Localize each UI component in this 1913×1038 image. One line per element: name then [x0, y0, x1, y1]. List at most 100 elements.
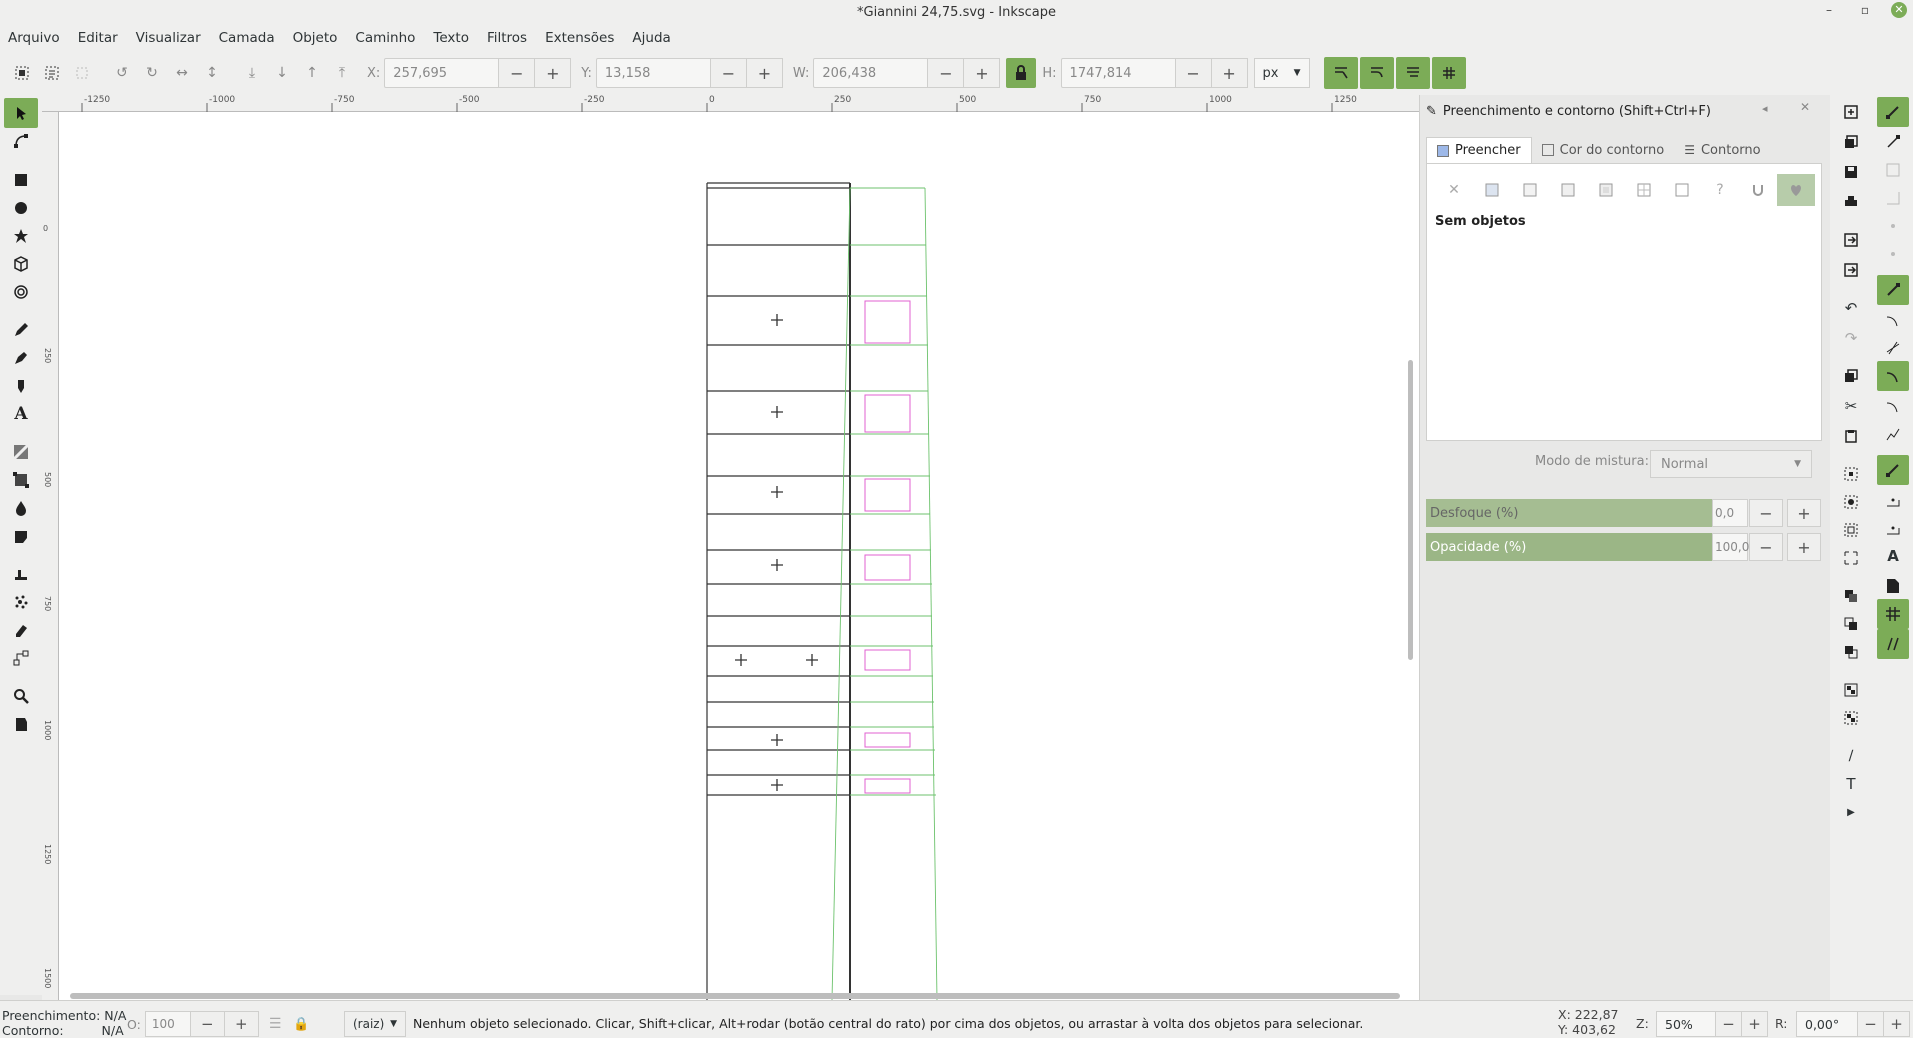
connector-tool-icon[interactable]	[4, 643, 38, 673]
menu-ajuda[interactable]: Ajuda	[632, 30, 680, 46]
menu-extensoes[interactable]: Extensões	[545, 30, 624, 46]
blur-plus-button[interactable]: +	[1787, 499, 1821, 527]
snap-intersection-icon[interactable]	[1877, 333, 1909, 363]
h-minus-button[interactable]: −	[1175, 58, 1212, 88]
lower-to-bottom-icon[interactable]: ⤓	[237, 58, 267, 88]
duplicate-icon[interactable]	[1835, 581, 1867, 611]
zoom-tool-icon[interactable]	[4, 681, 38, 711]
cut-icon[interactable]: ✂	[1835, 391, 1867, 421]
x-minus-button[interactable]: −	[499, 58, 536, 88]
mesh-gradient-icon[interactable]	[1587, 174, 1625, 206]
snap-nodes-icon[interactable]	[1877, 275, 1909, 305]
raise-icon[interactable]: ↑	[297, 58, 327, 88]
zoom-width-icon[interactable]	[1835, 543, 1867, 573]
flip-horizontal-icon[interactable]: ↔	[167, 58, 197, 88]
ellipse-tool-icon[interactable]	[4, 193, 38, 223]
snap-rotation-center-icon[interactable]	[1877, 513, 1909, 543]
zoom-selection-icon[interactable]	[1835, 459, 1867, 489]
no-paint-icon[interactable]: ✕	[1435, 174, 1473, 206]
fill-stroke-indicator[interactable]: Preenchimento: N/A Contorno: N/A	[2, 1008, 126, 1038]
spiral-tool-icon[interactable]	[4, 277, 38, 307]
text-settings-icon[interactable]: T	[1835, 769, 1867, 799]
select-all-layers-icon[interactable]	[37, 58, 67, 88]
select-all-icon[interactable]	[7, 58, 37, 88]
selector-tool-icon[interactable]	[4, 98, 38, 128]
minimize-button[interactable]: –	[1819, 3, 1839, 17]
unit-select[interactable]: px ▼	[1253, 58, 1310, 88]
opacity-input[interactable]: 100,0	[1712, 533, 1749, 561]
tweak-tool-icon[interactable]	[4, 559, 38, 589]
o-plus-button[interactable]: +	[224, 1011, 259, 1037]
close-button[interactable]: ✕	[1891, 2, 1907, 18]
menu-arquivo[interactable]: Arquivo	[8, 30, 70, 46]
y-minus-button[interactable]: −	[710, 58, 747, 88]
flat-color-icon[interactable]	[1473, 174, 1511, 206]
w-input[interactable]: 206,438	[813, 58, 929, 88]
zoom-plus-button[interactable]: +	[1742, 1011, 1768, 1037]
paste-icon[interactable]	[1835, 421, 1867, 451]
pencil-tool-icon[interactable]	[4, 315, 38, 345]
menu-caminho[interactable]: Caminho	[355, 30, 425, 46]
radial-gradient-icon[interactable]	[1549, 174, 1587, 206]
blur-minus-button[interactable]: −	[1749, 499, 1783, 527]
snap-bbox-corner-icon[interactable]	[1877, 183, 1909, 213]
snap-center-icon[interactable]	[1877, 485, 1909, 515]
mesh-tool-icon[interactable]	[4, 465, 38, 495]
snap-path-icon[interactable]	[1877, 305, 1909, 335]
copy-icon[interactable]	[1835, 361, 1867, 391]
w-plus-button[interactable]: +	[964, 58, 1001, 88]
scale-corners-button[interactable]	[1359, 57, 1394, 89]
unset-paint-icon[interactable]: ?	[1701, 174, 1739, 206]
tab-stroke-paint[interactable]: Cor do contorno	[1532, 137, 1675, 163]
opacity-minus-button[interactable]: −	[1749, 533, 1783, 561]
opacity-plus-button[interactable]: +	[1787, 533, 1821, 561]
layer-select[interactable]: (raiz) ▼	[344, 1011, 406, 1037]
snap-bbox-edge-icon[interactable]	[1877, 155, 1909, 185]
more-commands-icon[interactable]: ▶	[1835, 797, 1867, 827]
menu-filtros[interactable]: Filtros	[487, 30, 537, 46]
tab-stroke-style[interactable]: ☰ Contorno	[1674, 137, 1770, 163]
layer-lock-icon[interactable]: 🔒	[293, 1017, 309, 1032]
zoom-page-icon[interactable]	[1835, 515, 1867, 545]
rotation-minus-button[interactable]: −	[1858, 1011, 1884, 1037]
snap-bbox-center-icon[interactable]	[1877, 239, 1909, 269]
o-input[interactable]: 100	[144, 1011, 191, 1037]
blur-input[interactable]: 0,0	[1712, 499, 1748, 527]
linear-gradient-icon[interactable]	[1511, 174, 1549, 206]
raise-to-top-icon[interactable]: ⤒	[327, 58, 357, 88]
blend-mode-select[interactable]: Normal ▼	[1650, 450, 1812, 478]
redo-icon[interactable]: ↷	[1835, 323, 1867, 353]
snap-guide-icon[interactable]	[1877, 629, 1909, 659]
export-icon[interactable]	[1835, 255, 1867, 285]
ungroup-icon[interactable]	[1835, 703, 1867, 733]
rectangle-tool-icon[interactable]	[4, 165, 38, 195]
clone-icon[interactable]	[1835, 609, 1867, 639]
menu-editar[interactable]: Editar	[78, 30, 128, 46]
pen-settings-icon[interactable]: ∕	[1835, 741, 1867, 771]
import-icon[interactable]	[1835, 225, 1867, 255]
panel-close-icon[interactable]: ✕	[1800, 100, 1810, 114]
3d-box-tool-icon[interactable]	[4, 249, 38, 279]
menu-visualizar[interactable]: Visualizar	[136, 30, 211, 46]
scale-stroke-button[interactable]	[1323, 57, 1358, 89]
new-document-icon[interactable]	[1835, 97, 1867, 127]
calligraphy-tool-icon[interactable]	[4, 371, 38, 401]
menu-camada[interactable]: Camada	[219, 30, 285, 46]
panel-float-icon[interactable]: ◂	[1762, 102, 1768, 115]
maximize-button[interactable]: ▫	[1855, 3, 1875, 17]
open-document-icon[interactable]	[1835, 127, 1867, 157]
menu-objeto[interactable]: Objeto	[293, 30, 348, 46]
tab-fill[interactable]: Preencher	[1426, 137, 1532, 163]
paint-bucket-tool-icon[interactable]	[4, 521, 38, 551]
fill-rule-nonzero-icon[interactable]	[1777, 174, 1815, 206]
canvas[interactable]	[42, 95, 1419, 1001]
snap-text-baseline-icon[interactable]: A	[1877, 541, 1909, 571]
text-tool-icon[interactable]: A	[4, 399, 38, 429]
pattern-icon[interactable]	[1625, 174, 1663, 206]
star-tool-icon[interactable]	[4, 221, 38, 251]
eraser-tool-icon[interactable]	[4, 615, 38, 645]
lower-icon[interactable]: ↓	[267, 58, 297, 88]
lock-proportions-button[interactable]	[1006, 58, 1037, 88]
spray-tool-icon[interactable]	[4, 587, 38, 617]
horizontal-scrollbar[interactable]	[70, 993, 1400, 999]
